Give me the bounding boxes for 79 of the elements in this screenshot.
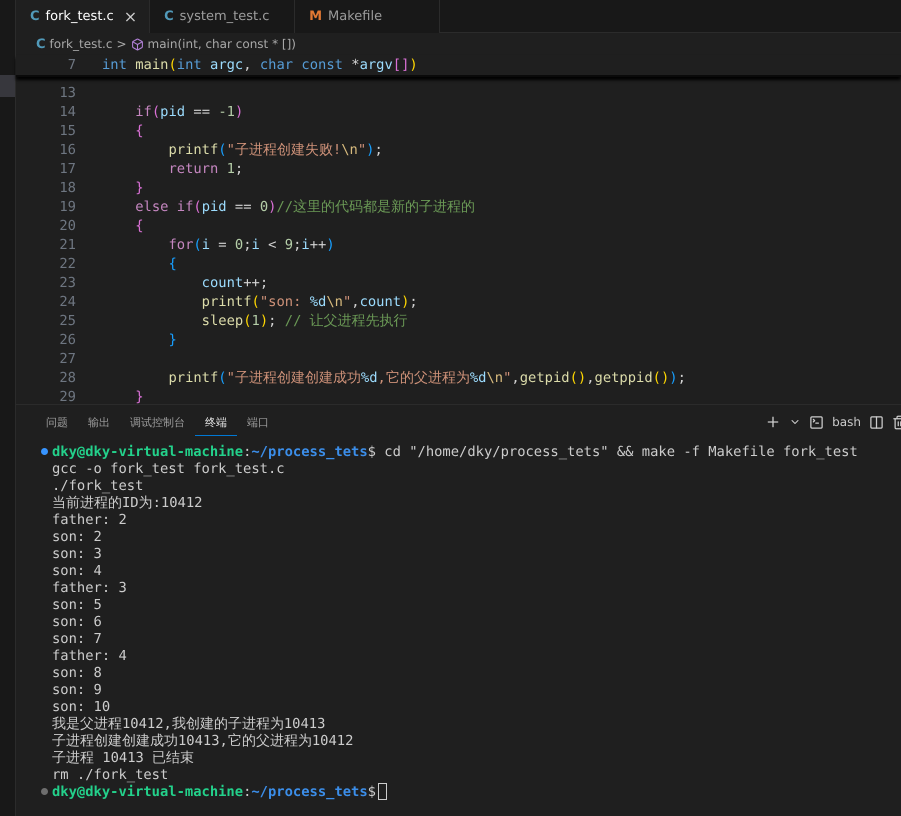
line-number: 18 — [58, 180, 76, 196]
terminal-output: 子进程创建创建成功10413,它的父进程为10412 — [52, 732, 354, 750]
panel-tab[interactable]: 终端 — [195, 408, 237, 436]
code-line: sleep(1); // 让父进程先执行 — [200, 312, 408, 330]
terminal-output: son: 8 — [52, 664, 102, 680]
sticky-code-line: int main(int argc, char const *argv[]) — [102, 57, 418, 73]
line-number: 22 — [58, 256, 76, 272]
prompt-path: ~/process_tets — [251, 784, 368, 800]
code-line: return 1; — [167, 160, 244, 176]
line-number: 13 — [58, 84, 76, 100]
line-number: 25 — [58, 312, 76, 328]
terminal-output: gcc -o fork_test fork_test.c — [52, 460, 285, 476]
code-line: } — [167, 332, 177, 348]
panel-tab[interactable]: 端口 — [237, 408, 279, 436]
terminal-output: son: 6 — [52, 614, 102, 630]
breadcrumb-item[interactable]: main(int, char const * []) — [148, 37, 296, 51]
terminal-output: father: 4 — [52, 648, 127, 664]
line-number: 29 — [58, 388, 76, 404]
line-number: 24 — [58, 294, 76, 310]
prompt-path: ~/process_tets — [251, 444, 368, 460]
terminal-icon[interactable] — [809, 414, 824, 430]
terminal-output: son: 3 — [52, 546, 102, 562]
terminal-command: cd "/home/dky/process_tets" && make -f Makefile fork_test — [383, 444, 858, 460]
code-line: } — [134, 180, 144, 196]
line-number: 26 — [58, 332, 76, 348]
panel-tab[interactable]: 调试控制台 — [120, 408, 195, 436]
terminal-output: father: 2 — [52, 512, 127, 528]
code-line: } — [134, 388, 144, 404]
line-number: 28 — [58, 370, 76, 386]
line-number: 20 — [58, 218, 76, 234]
editor-tab[interactable]: C system_test.c — [150, 0, 296, 33]
terminal-output: father: 3 — [52, 580, 127, 596]
terminal-output: 我是父进程10412,我创建的子进程为10413 — [52, 714, 326, 732]
code-line: for(i = 0;i < 9;i++) — [167, 236, 335, 252]
line-number: 19 — [58, 198, 76, 214]
terminal-output: 当前进程的ID为:10412 — [52, 494, 202, 512]
line-number: 7 — [66, 57, 76, 73]
line-number: 21 — [58, 236, 76, 252]
split-icon[interactable] — [869, 414, 884, 430]
code-line: { — [134, 218, 144, 234]
line-number: 16 — [58, 142, 76, 158]
prompt-sign: $ — [368, 784, 376, 800]
prompt-user: dky@dky-virtual-machine — [52, 784, 244, 800]
prompt-user: dky@dky-virtual-machine — [52, 444, 244, 460]
panel-tab[interactable]: 输出 — [78, 408, 120, 436]
terminal-output: 子进程 10413 已结束 — [52, 748, 194, 766]
close-icon[interactable]: × — [124, 7, 138, 26]
code-line: printf("子进程创建创建成功%d,它的父进程为%d\n",getpid(),getppid()); — [167, 368, 686, 386]
code-line: count++; — [200, 274, 268, 290]
terminal-output: son: 5 — [52, 596, 102, 612]
breadcrumb-separator: > — [116, 37, 127, 51]
terminal-output: son: 2 — [52, 528, 102, 544]
c-file-icon: C — [36, 36, 46, 52]
terminal-output: son: 9 — [52, 682, 102, 698]
terminal-output: rm ./fork_test — [52, 766, 168, 782]
line-number: 17 — [58, 160, 76, 176]
code-line: printf("son: %d\n",count); — [200, 294, 418, 310]
code-line: if(pid == -1) — [134, 104, 244, 120]
line-number: 23 — [58, 274, 76, 290]
terminal-output: son: 10 — [52, 698, 110, 714]
panel-tab[interactable]: 问题 — [36, 408, 78, 436]
code-line: else if(pid == 0)//这里的代码都是新的子进程的 — [134, 198, 476, 216]
terminal-output: son: 7 — [52, 630, 102, 646]
terminal-output: ./fork_test — [52, 478, 144, 494]
breadcrumb-item[interactable]: fork_test.c — [50, 37, 112, 51]
code-line: { — [167, 256, 177, 272]
code-line: { — [134, 122, 144, 138]
code-line: printf("子进程创建失败!\n"); — [167, 140, 383, 158]
line-number: 27 — [58, 350, 76, 366]
prompt-separator: : — [243, 784, 252, 800]
prompt-sign: $ — [368, 444, 376, 460]
editor-tab[interactable]: M Makefile — [295, 0, 440, 33]
terminal-output: son: 4 — [52, 562, 102, 578]
prompt-separator: : — [243, 444, 252, 460]
line-number: 15 — [58, 122, 76, 138]
line-number: 14 — [58, 104, 76, 120]
cube-icon — [130, 38, 144, 50]
terminal-profile[interactable]: bash — [832, 415, 861, 429]
editor-tab[interactable]: C fork_test.c × — [16, 0, 150, 33]
